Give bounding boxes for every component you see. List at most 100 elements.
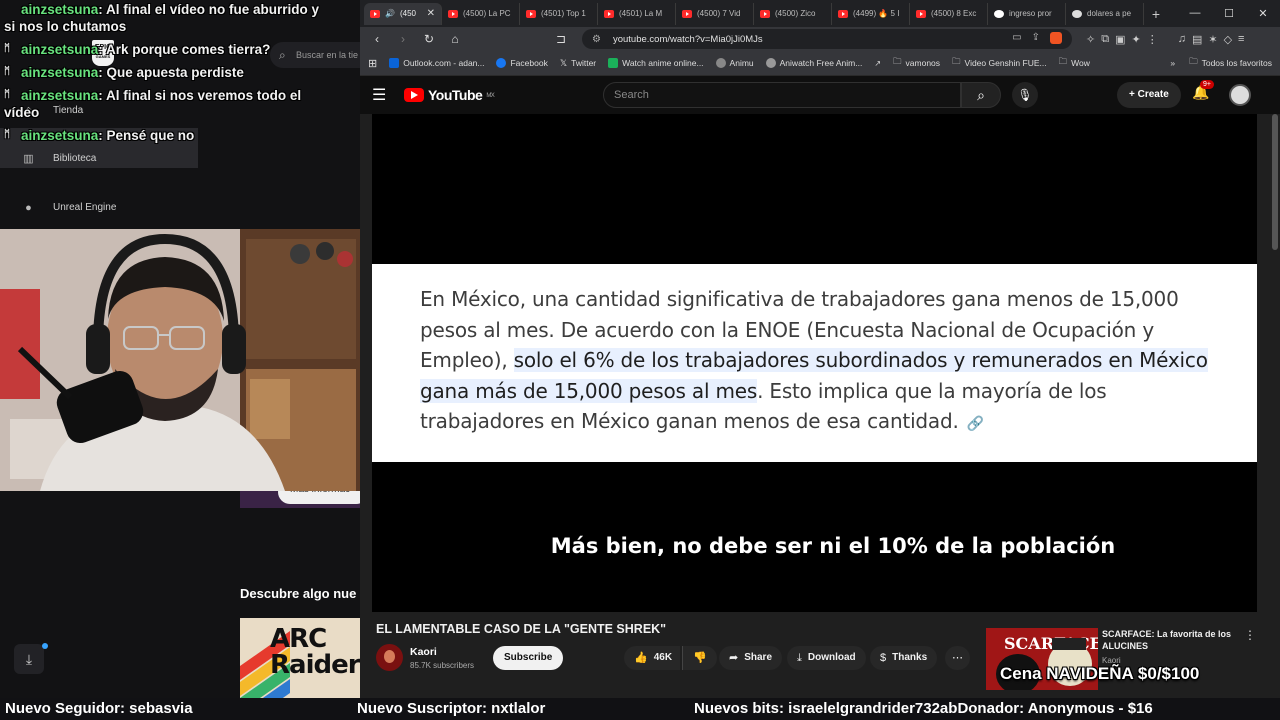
- browser-tab[interactable]: ingreso pror: [988, 2, 1066, 25]
- close-window-icon[interactable]: ✕: [1246, 7, 1280, 20]
- browser-tab[interactable]: (4500) La PC: [442, 2, 520, 25]
- vpn-icon[interactable]: ◇: [1224, 33, 1232, 46]
- leo-icon[interactable]: ✦: [1131, 33, 1140, 46]
- bookmark-item[interactable]: Aniwatch Free Anim...: [765, 58, 862, 68]
- thanks-button[interactable]: $ Thanks: [870, 646, 938, 670]
- chat-message: ᛗ ainzsetsuna: Que apuesta perdiste: [0, 64, 330, 81]
- bookmark-item[interactable]: Animu: [715, 58, 754, 68]
- youtube-favicon-icon: [370, 9, 380, 18]
- maximize-icon[interactable]: ☐: [1212, 7, 1246, 20]
- browser-tab[interactable]: 🔊 (450 ✕: [364, 2, 442, 25]
- download-notification-dot: [42, 643, 48, 649]
- tab-label: dolares a pe: [1087, 9, 1132, 18]
- ai-icon[interactable]: ✶: [1208, 33, 1217, 46]
- tab-label: (4499) 🔥 5 I: [853, 9, 900, 18]
- share-arrow-icon: ➦: [729, 652, 739, 664]
- close-icon[interactable]: ✕: [427, 8, 435, 19]
- browser-tab[interactable]: (4500) 8 Exc: [910, 2, 988, 25]
- extension-icon[interactable]: ✧: [1086, 33, 1095, 46]
- browser-tab[interactable]: dolares a pe: [1066, 2, 1144, 25]
- back-icon[interactable]: ‹: [366, 32, 388, 46]
- bookmark-label: vamonos: [905, 58, 941, 68]
- all-bookmarks-folder[interactable]: 🗀 Todos los favoritos: [1189, 56, 1272, 70]
- wallet-icon[interactable]: ▤: [1192, 33, 1202, 46]
- arc-raiders-banner[interactable]: ARCRaiders: [240, 618, 360, 698]
- scrollbar-thumb[interactable]: [1272, 114, 1278, 250]
- unreal-icon: ●: [25, 201, 32, 214]
- reload-icon[interactable]: ↻: [418, 32, 440, 46]
- browser-tab[interactable]: (4501) La M: [598, 2, 676, 25]
- like-count: 46K: [653, 652, 673, 663]
- microphone-icon[interactable]: 🎙: [1012, 82, 1038, 108]
- webcam-scene: [0, 229, 360, 491]
- hamburger-menu-icon[interactable]: ☰: [372, 85, 394, 105]
- epic-nav-unreal[interactable]: ● Unreal Engine: [22, 201, 116, 214]
- site-info-icon[interactable]: ⚙: [592, 34, 601, 45]
- share-icon[interactable]: ⇪: [1032, 32, 1040, 47]
- browser-tab[interactable]: (4500) Zico: [754, 2, 832, 25]
- chat-username: ainzsetsuna: [21, 2, 99, 17]
- forward-icon[interactable]: ›: [392, 32, 414, 46]
- bookmark-item[interactable]: 𝕏 Twitter: [560, 58, 596, 69]
- home-icon[interactable]: ⌂: [444, 32, 466, 46]
- bookmark-item[interactable]: Watch anime online...: [608, 58, 704, 68]
- share-button[interactable]: ➦ Share: [719, 646, 783, 670]
- chat-text: Ark porque comes tierra?: [106, 42, 271, 57]
- bookmark-item[interactable]: Outlook.com - adan...: [389, 58, 484, 68]
- more-icon[interactable]: ⋮: [1147, 33, 1158, 46]
- download-icon[interactable]: ⤓: [14, 644, 44, 674]
- chat-overlay: ainzsetsuna: Al final el vídeo no fue ab…: [0, 0, 330, 150]
- music-icon[interactable]: ♫: [1178, 33, 1186, 46]
- channel-name[interactable]: Kaori: [410, 646, 437, 658]
- minimize-icon[interactable]: —: [1178, 7, 1212, 20]
- url-field[interactable]: ⚙ youtube.com/watch?v=Mia0jJi0MJs ▭ ⇪: [582, 29, 1072, 49]
- chat-message: ᛗ ainzsetsuna: Al final si nos veremos t…: [0, 87, 330, 121]
- cast-icon[interactable]: ▭: [1012, 32, 1021, 47]
- bookmark-icon[interactable]: ⊐: [550, 32, 572, 46]
- menu-icon[interactable]: ≡: [1238, 33, 1244, 46]
- dislike-button[interactable]: 👎: [682, 646, 717, 670]
- youtube-favicon-icon: [526, 9, 536, 18]
- recommended-title[interactable]: SCARFACE: La favorita de los ALUCINES: [1102, 628, 1232, 652]
- new-tab-button[interactable]: +: [1144, 6, 1168, 22]
- like-button[interactable]: 👍 46K: [624, 646, 681, 670]
- channel-avatar[interactable]: [376, 644, 403, 671]
- bookmark-item[interactable]: ↗: [874, 59, 881, 68]
- more-vertical-icon[interactable]: ⋮: [1244, 628, 1256, 642]
- account-avatar[interactable]: [1229, 84, 1251, 106]
- library-icon: ▥: [23, 153, 34, 165]
- bookmark-item[interactable]: Facebook: [496, 58, 548, 68]
- window-controls: — ☐ ✕: [1178, 7, 1280, 20]
- epic-nav-label: Unreal Engine: [53, 202, 117, 213]
- bookmark-folder[interactable]: 🗀 Wow: [1059, 56, 1090, 70]
- puzzle-icon[interactable]: ⧉: [1101, 33, 1109, 46]
- subscribe-button[interactable]: Subscribe: [493, 646, 564, 670]
- chevron-right-icon[interactable]: »: [1170, 58, 1175, 68]
- browser-tab[interactable]: (4500) 7 Vid: [676, 2, 754, 25]
- youtube-search-input[interactable]: Search: [603, 82, 961, 108]
- create-button[interactable]: + Create: [1117, 82, 1181, 108]
- apps-icon[interactable]: ⊞: [368, 57, 377, 70]
- anime-site-icon: [608, 58, 619, 68]
- page-scrollbar[interactable]: [1272, 114, 1278, 684]
- panel-paragraph: En México, una cantidad significativa de…: [420, 284, 1229, 440]
- download-button[interactable]: ⤓ Download: [787, 646, 866, 670]
- sidebar-icon[interactable]: ▣: [1115, 33, 1125, 46]
- epic-nav-library[interactable]: ▥ Biblioteca: [22, 152, 96, 165]
- bookmark-label: Todos los favoritos: [1201, 58, 1272, 68]
- brave-shields-icon[interactable]: [1050, 31, 1062, 47]
- youtube-favicon-icon: [604, 9, 614, 18]
- video-player[interactable]: En México, una cantidad significativa de…: [372, 114, 1257, 612]
- chat-message: ainzsetsuna: Al final el vídeo no fue ab…: [0, 1, 330, 35]
- youtube-logo[interactable]: YouTube MX: [404, 87, 495, 103]
- bookmark-folder[interactable]: 🗀 vamonos: [893, 56, 940, 70]
- browser-tab[interactable]: (4501) Top 1: [520, 2, 598, 25]
- youtube-header: ☰ YouTube MX Search ⌕ 🎙 + Create 🔔 9+: [360, 76, 1280, 114]
- tab-label: (450: [399, 9, 416, 18]
- browser-tab[interactable]: (4499) 🔥 5 I: [832, 2, 910, 25]
- folder-icon: 🗀: [893, 56, 902, 66]
- region-code: MX: [486, 93, 495, 99]
- search-icon[interactable]: ⌕: [961, 82, 1001, 108]
- bookmark-folder[interactable]: 🗀 Video Genshin FUE...: [952, 56, 1047, 70]
- more-actions-button[interactable]: ⋯: [945, 646, 970, 670]
